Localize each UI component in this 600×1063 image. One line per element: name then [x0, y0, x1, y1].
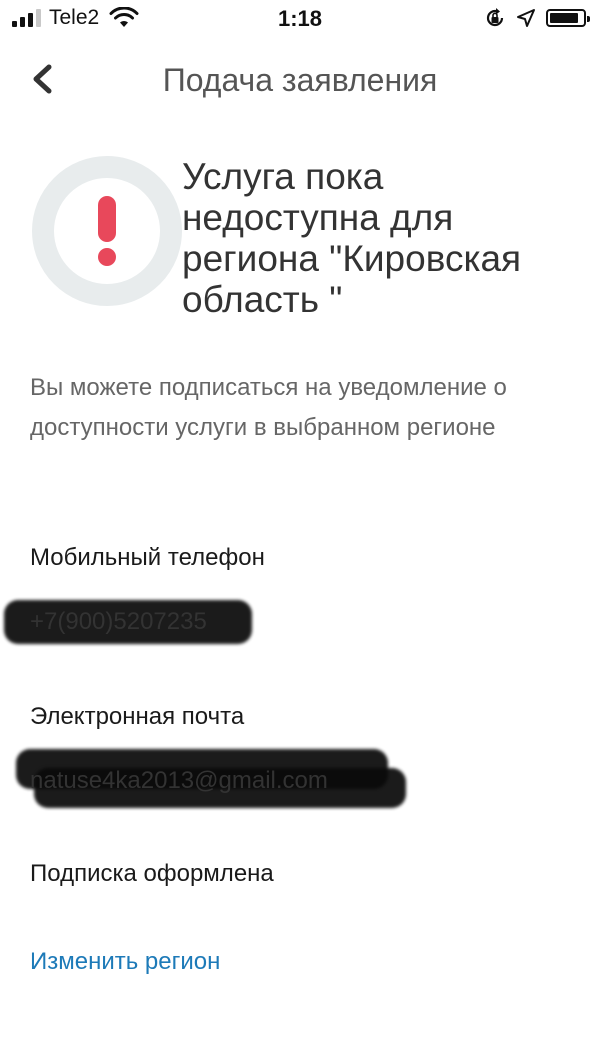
phone-value: +7(900)5207235 [30, 608, 207, 635]
exclamation-icon [32, 156, 182, 306]
unavailable-message: Услуга пока недоступна для региона "Киро… [182, 156, 582, 320]
phone-label: Мобильный телефон [30, 544, 265, 571]
info-text: Вы можете подписаться на уведомление о д… [30, 374, 507, 441]
status-right [484, 7, 590, 29]
subscription-status: Подписка оформлена [30, 860, 274, 887]
unavailable-line: региона "Кировская [182, 238, 522, 279]
orientation-lock-icon [486, 8, 504, 27]
status-bar: Tele2 1:18 [0, 0, 600, 38]
email-value: natuse4ka2013@gmail.com [30, 767, 328, 794]
unavailable-line: область " [182, 279, 343, 320]
change-region-link[interactable]: Изменить регион [30, 948, 220, 976]
unavailable-line: Услуга пока [182, 156, 384, 197]
page-title: Подача заявления [162, 62, 438, 98]
unavailable-line: недоступна для [182, 197, 454, 238]
navigation-bar: Подача заявления [0, 50, 600, 110]
battery-icon [546, 9, 590, 27]
email-label: Электронная почта [30, 703, 245, 730]
location-icon [517, 9, 535, 27]
